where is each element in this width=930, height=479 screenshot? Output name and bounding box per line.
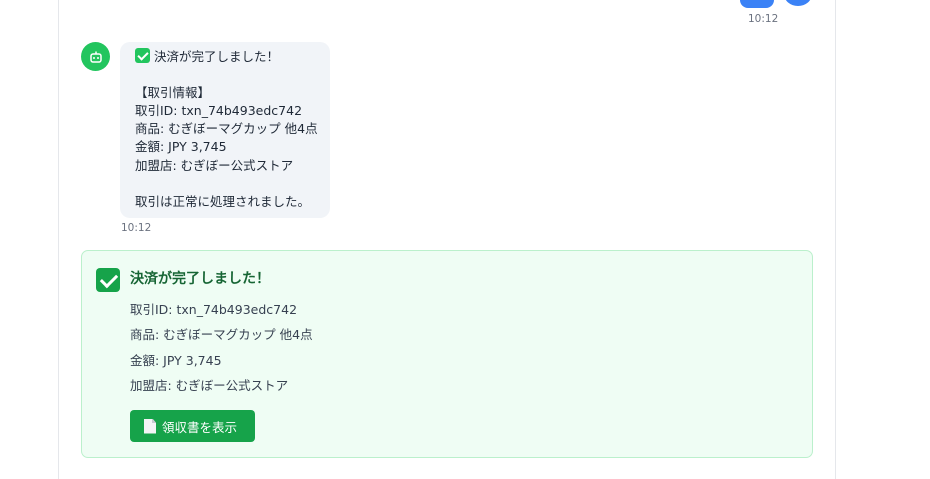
robot-icon xyxy=(89,51,102,63)
user-message-bubble xyxy=(740,0,774,8)
bot-message-line: 金額: JPY 3,745 xyxy=(135,139,227,155)
merchant-info: 加盟店: むぎぼー公式ストア xyxy=(130,378,289,393)
bot-message-line xyxy=(135,66,330,84)
payment-success-title: 決済が完了しました！ xyxy=(130,271,270,287)
check-icon xyxy=(96,268,120,292)
view-receipt-button[interactable]: 領収書を表示 xyxy=(130,410,255,442)
bot-message-line: 決済が完了しました！ xyxy=(135,48,330,66)
bot-message-line: 【取引情報】 xyxy=(135,85,211,101)
view-receipt-label: 領収書を表示 xyxy=(162,419,238,435)
bot-message-line: 商品: むぎぼーマグカップ 他4点 xyxy=(135,121,318,137)
bot-message-line: 取引は正常に処理されました。 xyxy=(135,193,311,209)
amount-info: 金額: JPY 3,745 xyxy=(130,353,222,368)
transaction-id: 取引ID: txn_74b493edc742 xyxy=(130,302,298,317)
document-icon xyxy=(144,418,156,434)
bot-message-line: 取引ID: txn_74b493edc742 xyxy=(135,103,303,119)
bot-message-line: 加盟店: むぎぼー公式ストア xyxy=(135,157,294,173)
bot-message-line xyxy=(135,175,330,193)
payment-success-card: 決済が完了しました！ 取引ID: txn_74b493edc742 商品: むぎ… xyxy=(81,250,813,458)
check-icon xyxy=(135,48,150,63)
product-info: 商品: むぎぼーマグカップ 他4点 xyxy=(130,327,313,342)
bot-message-bubble: 決済が完了しました！ 【取引情報】 取引ID: txn_74b493edc742… xyxy=(120,42,330,218)
bot-message-time: 10:12 xyxy=(121,222,152,234)
user-message-time: 10:12 xyxy=(748,13,779,25)
bot-avatar xyxy=(81,42,110,71)
